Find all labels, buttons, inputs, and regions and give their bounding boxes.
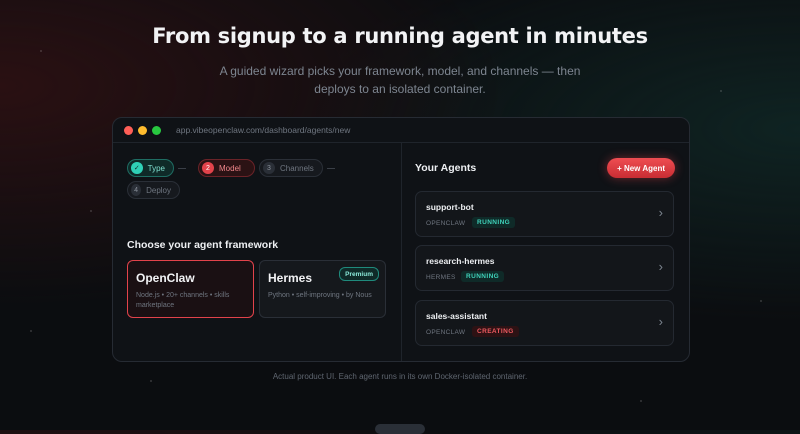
status-badge: RUNNING bbox=[472, 217, 516, 228]
caption: Actual product UI. Each agent runs in it… bbox=[272, 372, 528, 381]
agent-name: research-hermes bbox=[426, 256, 495, 266]
address-bar-url[interactable]: app.vibeopenclaw.com/dashboard/agents/ne… bbox=[176, 125, 350, 135]
agent-name: sales-assistant bbox=[426, 311, 487, 321]
agents-title: Your Agents bbox=[415, 162, 477, 174]
agent-framework: HERMES bbox=[426, 274, 456, 281]
wizard-step-deploy[interactable]: 4 Deploy bbox=[127, 181, 180, 199]
chevron-right-icon[interactable]: › bbox=[659, 259, 663, 274]
wizard-step-label: Channels bbox=[280, 163, 314, 173]
agent-framework: OPENCLAW bbox=[426, 220, 466, 227]
hero-title: From signup to a running agent in minute… bbox=[152, 24, 648, 48]
premium-badge: Premium bbox=[339, 267, 379, 281]
maximize-window-button[interactable] bbox=[152, 125, 161, 135]
status-badge: CREATING bbox=[472, 326, 519, 337]
agent-row-sales-assistant[interactable]: sales-assistant OPENCLAW CREATING › bbox=[415, 300, 674, 346]
wizard-pane: ✓ Type 2 Model 3 Channels 4 Deploy Choos… bbox=[113, 143, 402, 361]
wizard-step-label: Type bbox=[147, 163, 165, 173]
wizard-step-label: Deploy bbox=[146, 185, 171, 195]
background-star bbox=[90, 210, 92, 212]
step-connector bbox=[327, 168, 335, 169]
wizard-step-model[interactable]: 2 Model bbox=[198, 159, 255, 177]
framework-description: Python • self-improving • by Nous bbox=[268, 292, 372, 299]
chevron-right-icon[interactable]: › bbox=[659, 205, 663, 220]
background-star bbox=[760, 300, 762, 302]
step-number: 4 bbox=[131, 184, 142, 196]
agent-row-research-hermes[interactable]: research-hermes HERMES RUNNING › bbox=[415, 245, 674, 291]
check-icon: ✓ bbox=[131, 162, 143, 174]
section-title: Choose your agent framework bbox=[127, 239, 279, 251]
step-number: 3 bbox=[263, 162, 275, 174]
new-agent-button[interactable]: + New Agent bbox=[607, 158, 675, 178]
close-window-button[interactable] bbox=[124, 125, 133, 135]
chevron-right-icon[interactable]: › bbox=[659, 314, 663, 329]
status-badge: RUNNING bbox=[461, 271, 505, 282]
agent-framework: OPENCLAW bbox=[426, 329, 466, 336]
scroll-indicator bbox=[375, 424, 425, 434]
framework-card-hermes[interactable]: Hermes Python • self-improving • by Nous… bbox=[259, 260, 386, 318]
wizard-step-type[interactable]: ✓ Type bbox=[127, 159, 174, 177]
agent-name: support-bot bbox=[426, 202, 474, 212]
wizard-step-label: Model bbox=[219, 163, 241, 173]
background-star bbox=[40, 50, 42, 52]
background-star bbox=[30, 330, 32, 332]
framework-description: Node.js • 20+ channels • skills marketpl… bbox=[136, 292, 230, 309]
window-titlebar: app.vibeopenclaw.com/dashboard/agents/ne… bbox=[113, 118, 689, 143]
framework-name: OpenClaw bbox=[136, 271, 195, 285]
wizard-step-channels[interactable]: 3 Channels bbox=[259, 159, 323, 177]
agents-pane: Your Agents + New Agent support-bot OPEN… bbox=[402, 143, 689, 361]
agent-row-support-bot[interactable]: support-bot OPENCLAW RUNNING › bbox=[415, 191, 674, 237]
step-number: 2 bbox=[202, 162, 214, 174]
minimize-window-button[interactable] bbox=[138, 125, 147, 135]
framework-card-openclaw[interactable]: OpenClaw Node.js • 20+ channels • skills… bbox=[127, 260, 254, 318]
background-star bbox=[640, 400, 642, 402]
step-connector bbox=[178, 168, 186, 169]
app-window: app.vibeopenclaw.com/dashboard/agents/ne… bbox=[112, 117, 690, 362]
background-star bbox=[720, 90, 722, 92]
hero-subtitle: A guided wizard picks your framework, mo… bbox=[219, 64, 581, 96]
